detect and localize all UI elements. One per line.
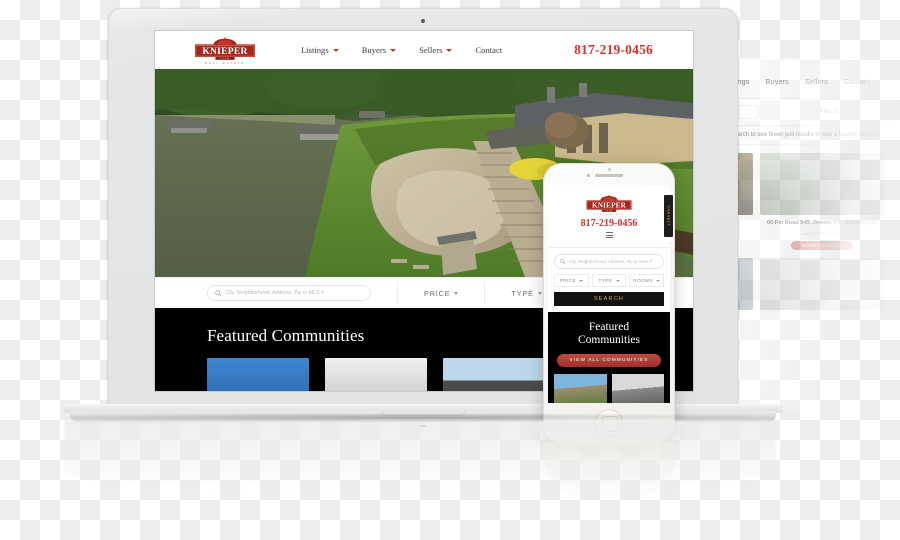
filter-label: ROOMS — [633, 278, 654, 283]
earpiece-speaker — [595, 174, 623, 177]
tablet-nav-links: Listings Buyers Sellers Contact — [724, 77, 870, 86]
search-icon — [215, 290, 222, 297]
mobile-featured-communities: Featured Communities VIEW ALL COMMUNITIE… — [548, 312, 670, 403]
chevron-down-icon — [446, 48, 453, 52]
divider — [397, 282, 398, 304]
mobile-featured-title: Featured Communities — [554, 321, 664, 347]
mobile-filter-price[interactable]: PRICE — [554, 274, 589, 287]
hamburger-menu-icon[interactable] — [605, 232, 613, 239]
nav-item-contact[interactable]: Contact — [475, 45, 502, 55]
svg-text:REAL ESTATE: REAL ESTATE — [205, 61, 245, 65]
filter-price[interactable]: PRICE — [424, 288, 459, 298]
mobile-logo[interactable]: KNIEPER TEAM REAL ESTATE — [582, 194, 636, 216]
svg-text:KNIEPER: KNIEPER — [202, 46, 247, 57]
view-all-communities-button[interactable]: VIEW ALL COMMUNITIES — [557, 353, 661, 367]
chevron-down-icon — [615, 279, 620, 282]
knieper-logo-icon: KNIEPER TEAM REAL ESTATE — [586, 194, 632, 216]
mobile-filter-row: PRICE TYPE ROOMS — [554, 274, 665, 287]
mobile-search-placeholder: City, Neighborhood, Address, Zip or MLS … — [568, 259, 652, 264]
tablet-nav-item-sellers[interactable]: Sellers — [805, 77, 828, 86]
community-card-3[interactable] — [443, 358, 545, 391]
filter-label: TYPE — [511, 288, 534, 298]
chevron-down-icon — [454, 291, 459, 295]
search-placeholder: City, Neighborhood, Address, Zip or MLS … — [225, 290, 324, 296]
mobile-filter-rooms[interactable]: ROOMS — [629, 274, 665, 287]
nav-item-sellers[interactable]: Sellers — [419, 45, 453, 55]
phone-screen: KNIEPER TEAM REAL ESTATE 817-219-0456 Ci… — [548, 185, 670, 403]
tablet-filter-price[interactable]: PRICE — [820, 109, 838, 115]
listing-photo — [759, 153, 884, 215]
more-details-button[interactable]: MORE DETAILS — [790, 240, 853, 250]
nav-item-label: Buyers — [361, 45, 387, 55]
filter-label: PRICE — [559, 278, 577, 283]
search-input[interactable]: City, Neighborhood, Address, Zip or MLS … — [207, 285, 371, 301]
chevron-down-icon — [656, 279, 661, 282]
listing-photo[interactable] — [759, 257, 884, 310]
knieper-logo-icon: KNIEPER TEAM REAL ESTATE — [195, 36, 255, 65]
device-mockup-stage: KNIEPER TEAM REAL ESTATE Listings Buyers… — [0, 0, 900, 540]
front-camera-icon — [587, 174, 590, 177]
tablet-nav-item-contact[interactable]: Contact — [844, 77, 870, 86]
community-thumb-2[interactable] — [611, 373, 664, 403]
header-phone-number[interactable]: 817-219-0456 — [574, 42, 653, 58]
nav-item-listings[interactable]: Listings — [301, 45, 339, 55]
divider — [484, 282, 486, 304]
site-header: KNIEPER TEAM REAL ESTATE Listings Buyers… — [155, 31, 693, 69]
phone-device: KNIEPER TEAM REAL ESTATE 817-219-0456 Ci… — [543, 163, 675, 444]
site-logo[interactable]: KNIEPER TEAM REAL ESTATE — [189, 36, 261, 65]
mobile-search-input[interactable]: City, Neighborhood, Address, Zip or MLS … — [554, 254, 664, 269]
community-card-2[interactable] — [325, 358, 427, 391]
chevron-down-icon — [390, 48, 397, 52]
nav-item-label: Listings — [301, 45, 329, 55]
community-thumb-1[interactable] — [554, 373, 607, 403]
tablet-nav-item-buyers[interactable]: Buyers — [765, 77, 788, 86]
chevron-down-icon — [537, 291, 542, 295]
nav-item-buyers[interactable]: Buyers — [361, 45, 397, 55]
nav-item-label: Sellers — [419, 45, 443, 55]
filter-label: TYPE — [598, 278, 613, 283]
filter-label: PRICE — [424, 288, 451, 298]
nav-item-label: Contact — [475, 45, 503, 55]
listing-subtitle: Land, Farm / Ranch — [801, 230, 843, 236]
mobile-featured-title-line1: Featured — [588, 321, 630, 333]
svg-text:KNIEPER: KNIEPER — [592, 201, 627, 209]
mobile-featured-title-line2: Communities — [578, 333, 640, 346]
mobile-phone-number[interactable]: 817-219-0456 — [581, 218, 638, 229]
connect-side-tab-label: CONNECT — [666, 205, 671, 227]
search-icon — [560, 259, 566, 265]
proximity-sensor-icon — [607, 168, 611, 171]
connect-side-tab[interactable]: CONNECT — [664, 195, 673, 237]
listing-card[interactable]: 00 Fm Road 545, Jewett, TX - $35,000,000… — [759, 153, 884, 250]
mobile-search-button[interactable]: SEARCH — [554, 292, 664, 306]
mobile-filter-type[interactable]: TYPE — [591, 274, 627, 287]
webcam-icon — [421, 19, 425, 23]
main-nav: Listings Buyers Sellers Contact — [301, 45, 502, 55]
mobile-search-panel: City, Neighborhood, Address, Zip or MLS … — [548, 248, 670, 306]
chevron-down-icon — [332, 48, 339, 52]
svg-text:TEAM: TEAM — [220, 57, 230, 60]
mobile-community-thumbs — [554, 373, 664, 403]
filter-type[interactable]: TYPE — [511, 288, 542, 298]
svg-text:REAL ESTATE: REAL ESTATE — [594, 213, 624, 216]
community-card-1[interactable] — [207, 358, 309, 391]
listing-title: 00 Fm Road 545, Jewett, TX - $35,000,000 — [767, 220, 877, 226]
mobile-header: KNIEPER TEAM REAL ESTATE 817-219-0456 — [548, 185, 670, 248]
chevron-down-icon — [579, 279, 584, 282]
phone-reflection — [545, 442, 675, 500]
